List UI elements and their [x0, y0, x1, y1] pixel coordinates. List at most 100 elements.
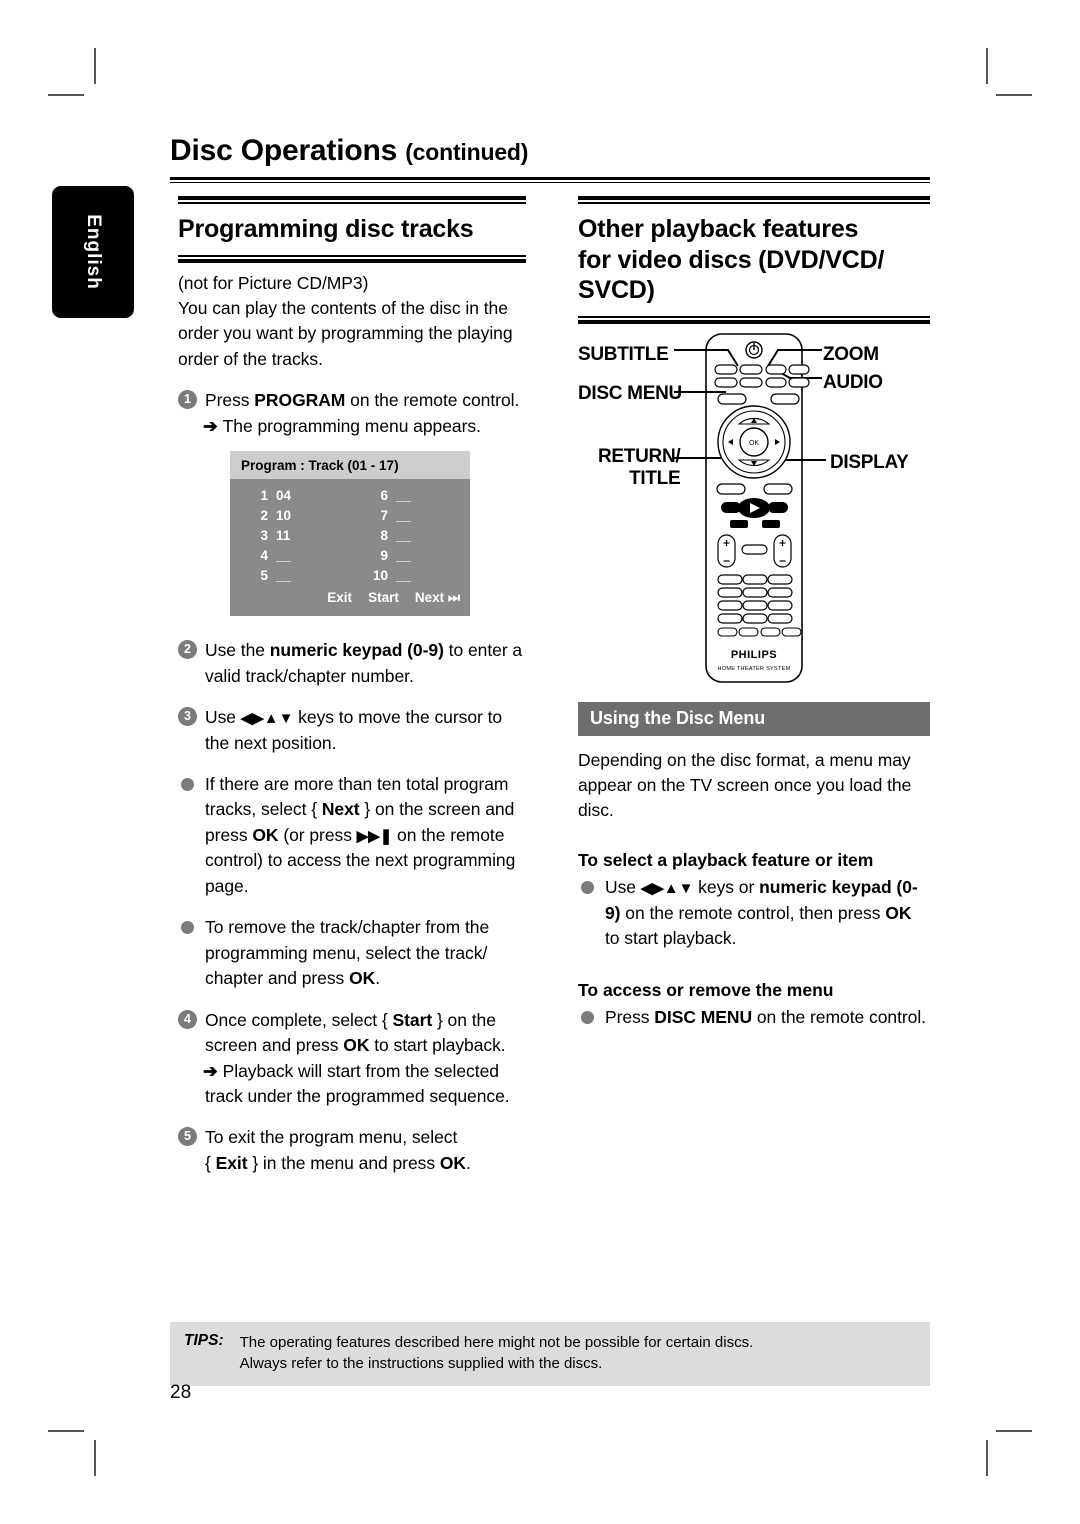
program-entry-index: 5	[260, 568, 268, 584]
program-entry-index: 9	[380, 548, 388, 564]
step-5-marker: 5	[178, 1127, 197, 1147]
bullet-remove-track: To remove the track/chapter from the pro…	[178, 915, 526, 991]
step-5-text: To exit the program menu, select{ Exit }…	[205, 1127, 471, 1173]
step-1-marker: 1	[178, 390, 197, 410]
crop-mark-top-left-v	[94, 48, 96, 84]
program-menu-screenshot: Program : Track (01 - 17) 1 04 6 __ 2 10 7 _…	[230, 451, 470, 617]
program-entry-index: 7	[380, 508, 388, 524]
step-4: 4 Once complete, select { Start } on the…	[178, 1008, 526, 1110]
program-entry-index: 2	[260, 508, 268, 524]
program-entry-value: 11	[276, 528, 291, 544]
program-entry-index: 6	[380, 488, 388, 504]
program-menu-body: 1 04 6 __ 2 10 7 __ 3 11 8 __ 4 __ 9 __ 5 __ 10	[230, 479, 470, 617]
program-entry-value: 10	[276, 508, 292, 524]
remote-illustration-svg: OK PHILIPS HOME THEATER SYSTEM	[674, 332, 826, 683]
program-entry: 8 __	[350, 528, 470, 543]
program-entry: 7 __	[350, 508, 470, 523]
program-entry-value: __	[396, 508, 412, 524]
program-entry-index: 10	[372, 568, 388, 584]
right-heading-rule-bottom	[578, 315, 930, 324]
svg-text:OK: OK	[749, 440, 759, 447]
bullet-remove-track-text: To remove the track/chapter from the pro…	[205, 917, 490, 989]
program-menu-actions: Exit Start Next ⏭	[230, 588, 470, 610]
program-menu-row: 3 11 8 __	[230, 528, 470, 548]
step-5: 5 To exit the program menu, select{ Exit…	[178, 1125, 526, 1176]
program-entry-index: 3	[260, 528, 268, 544]
program-entry: 10 __	[350, 568, 470, 583]
program-entry-index: 8	[380, 528, 388, 544]
program-menu-row: 4 __ 9 __	[230, 548, 470, 568]
bullet-marker	[578, 877, 597, 896]
step-2-text: Use the numeric keypad (0-9) to enter a …	[205, 640, 523, 686]
program-entry: 6 __	[350, 488, 470, 503]
step-2-marker: 2	[178, 640, 197, 660]
page-title-suffix: (continued)	[405, 139, 529, 165]
crop-mark-top-left-h	[48, 94, 84, 96]
crop-mark-bot-left-h	[48, 1430, 84, 1432]
page-title-main: Disc Operations	[170, 134, 398, 167]
page-title: Disc Operations (continued)	[170, 134, 528, 168]
disc-menu-banner: Using the Disc Menu	[578, 701, 930, 736]
bullet-access-menu: Press DISC MENU on the remote control.	[578, 1005, 930, 1030]
program-entry: 1 04	[230, 488, 350, 503]
bullet-select-feature-text: Use ◀▶▲▼ keys or numeric keypad (0-9) on…	[605, 877, 918, 949]
crop-mark-top-right-h	[996, 94, 1032, 96]
program-menu-row: 1 04 6 __	[230, 488, 470, 508]
language-tab-label: English	[83, 214, 104, 290]
step-1: 1 Press PROGRAM on the remote control. ➔…	[178, 388, 526, 439]
program-entry: 9 __	[350, 548, 470, 563]
left-heading-rule-bottom	[178, 254, 526, 263]
program-menu-next-button[interactable]: Next ⏭	[415, 590, 460, 606]
program-entry-index: 4	[260, 548, 268, 564]
step-3: 3 Use ◀▶▲▼ keys to move the cursor to th…	[178, 705, 526, 756]
disc-menu-intro: Depending on the disc format, a menu may…	[578, 749, 912, 821]
step-3-text: Use ◀▶▲▼ keys to move the cursor to the …	[205, 707, 503, 753]
subheading-access-menu: To access or remove the menu	[578, 979, 834, 1000]
program-menu-row: 5 __ 10 __	[230, 568, 470, 588]
program-menu-title: Program : Track (01 - 17)	[230, 451, 470, 480]
program-entry-value: 04	[276, 488, 292, 504]
program-entry: 5 __	[230, 568, 350, 583]
bullet-access-menu-text: Press DISC MENU on the remote control.	[605, 1006, 926, 1027]
left-intro-paragraph: (not for Picture CD/MP3) You can play th…	[178, 272, 513, 369]
crop-mark-bot-right-h	[996, 1430, 1032, 1432]
crop-mark-top-right-v	[986, 48, 988, 84]
bullet-next-page-text: If there are more than ten total program…	[205, 774, 516, 896]
tips-line-2: Always refer to the instructions supplie…	[239, 1355, 603, 1373]
subheading-select-feature: To select a playback feature or item	[578, 849, 874, 870]
step-1-text: Press PROGRAM on the remote control.	[205, 390, 520, 411]
right-heading-rule-top	[578, 196, 930, 204]
left-heading-rule-top	[178, 196, 526, 204]
crop-mark-bot-left-v	[94, 1440, 96, 1476]
svg-text:PHILIPS: PHILIPS	[731, 649, 777, 661]
step-2: 2 Use the numeric keypad (0-9) to enter …	[178, 638, 526, 689]
tips-line-1: The operating features described here mi…	[239, 1334, 754, 1351]
svg-text:HOME THEATER SYSTEM: HOME THEATER SYSTEM	[717, 666, 790, 672]
language-tab: English	[52, 186, 134, 318]
program-entry-index: 1	[260, 488, 268, 504]
program-entry-value: __	[276, 548, 292, 564]
program-entry: 4 __	[230, 548, 350, 563]
tips-label: TIPS:	[184, 1332, 224, 1349]
program-entry-value: __	[276, 568, 292, 584]
program-menu-exit-button[interactable]: Exit	[327, 590, 352, 606]
program-entry-value: __	[396, 528, 412, 544]
program-entry: 2 10	[230, 508, 350, 523]
right-section-heading: Other playback features for video discs (…	[578, 215, 885, 304]
program-entry-value: __	[396, 568, 412, 584]
bullet-marker	[178, 774, 197, 793]
tips-box: TIPS: The operating features described h…	[170, 1322, 930, 1386]
tips-text: The operating features described here mi…	[240, 1332, 754, 1375]
program-menu-start-button[interactable]: Start	[368, 590, 399, 606]
bullet-next-page: If there are more than ten total program…	[178, 772, 526, 899]
program-entry-value: __	[396, 488, 412, 504]
step-3-marker: 3	[178, 707, 197, 727]
manual-page: English Disc Operations (continued) Prog…	[0, 0, 1080, 1524]
program-menu-row: 2 10 7 __	[230, 508, 470, 528]
program-entry: 3 11	[230, 528, 350, 543]
left-column: Programming disc tracks (not for Picture…	[178, 196, 526, 1176]
program-entry-value: __	[396, 548, 412, 564]
step-4-note: ➔ Playback will start from the selected t…	[203, 1060, 510, 1107]
remote-control-diagram: SUBTITLE DISC MENU RETURN/TITLE ZOOM AUD…	[578, 332, 930, 702]
left-section-heading: Programming disc tracks	[178, 215, 474, 243]
